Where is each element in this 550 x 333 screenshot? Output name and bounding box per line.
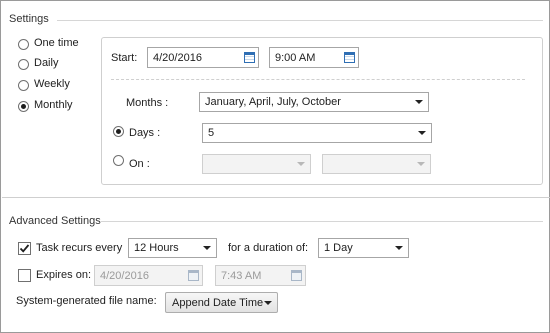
start-date-field[interactable]: 4/20/2016 bbox=[147, 47, 259, 68]
on-radio[interactable] bbox=[113, 155, 124, 166]
recurs-interval-value: 12 Hours bbox=[134, 242, 179, 254]
filename-label: System-generated file name: bbox=[16, 295, 157, 307]
advanced-divider bbox=[101, 221, 543, 222]
chevron-down-icon bbox=[395, 246, 403, 250]
chevron-down-icon bbox=[203, 246, 211, 250]
duration-value: 1 Day bbox=[324, 242, 353, 254]
recurs-interval-select[interactable]: 12 Hours bbox=[128, 238, 217, 258]
days-value: 5 bbox=[208, 127, 215, 139]
on-day-select[interactable] bbox=[322, 154, 431, 174]
duration-select[interactable]: 1 Day bbox=[318, 238, 409, 258]
expires-date-picker-button[interactable] bbox=[185, 266, 202, 285]
expires-checkbox[interactable] bbox=[18, 269, 31, 282]
expires-label: Expires on: bbox=[36, 269, 92, 281]
one-time-radio[interactable] bbox=[18, 39, 29, 50]
days-label: Days : bbox=[129, 127, 161, 139]
chevron-down-icon bbox=[415, 100, 423, 104]
start-time-value: 9:00 AM bbox=[275, 51, 316, 64]
checkmark-icon bbox=[19, 244, 30, 253]
details-separator bbox=[111, 79, 525, 80]
start-label: Start: bbox=[111, 52, 138, 64]
weekly-radio[interactable] bbox=[18, 80, 29, 91]
chevron-down-icon bbox=[418, 131, 426, 135]
one-time-label: One time bbox=[34, 37, 79, 49]
recurs-checkbox[interactable] bbox=[18, 242, 31, 255]
days-select[interactable]: 5 bbox=[202, 123, 432, 143]
expires-date-value: 4/20/2016 bbox=[100, 269, 149, 282]
daily-radio[interactable] bbox=[18, 59, 29, 70]
calendar-icon bbox=[188, 270, 199, 281]
chevron-down-icon bbox=[264, 301, 272, 305]
monthly-radio[interactable] bbox=[18, 101, 29, 112]
days-radio[interactable] bbox=[113, 126, 124, 137]
recurs-label: Task recurs every bbox=[36, 242, 123, 254]
months-label: Months : bbox=[126, 97, 169, 109]
section-separator bbox=[2, 197, 550, 198]
calendar-icon bbox=[291, 270, 302, 281]
expires-time-picker-button[interactable] bbox=[288, 266, 305, 285]
start-date-value: 4/20/2016 bbox=[153, 51, 202, 64]
on-label: On : bbox=[129, 158, 150, 170]
start-time-picker-button[interactable] bbox=[341, 48, 358, 67]
advanced-section-title: Advanced Settings bbox=[9, 215, 101, 227]
expires-time-field[interactable]: 7:43 AM bbox=[215, 265, 306, 286]
expires-time-value: 7:43 AM bbox=[221, 269, 262, 282]
settings-divider bbox=[57, 20, 543, 21]
duration-label: for a duration of: bbox=[228, 242, 309, 254]
filename-option-button[interactable]: Append Date Time bbox=[165, 292, 278, 313]
months-select[interactable]: January, April, July, October bbox=[199, 92, 429, 112]
expires-date-field[interactable]: 4/20/2016 bbox=[94, 265, 203, 286]
start-time-field[interactable]: 9:00 AM bbox=[269, 47, 359, 68]
start-date-picker-button[interactable] bbox=[241, 48, 258, 67]
calendar-icon bbox=[344, 52, 355, 63]
filename-option-value: Append Date Time bbox=[172, 296, 264, 309]
calendar-icon bbox=[244, 52, 255, 63]
chevron-down-icon bbox=[297, 162, 305, 166]
on-week-select[interactable] bbox=[202, 154, 311, 174]
task-schedule-dialog: Settings One time Daily Weekly Monthly S… bbox=[0, 0, 550, 333]
months-value: January, April, July, October bbox=[205, 96, 341, 108]
settings-section-title: Settings bbox=[9, 13, 49, 25]
daily-label: Daily bbox=[34, 57, 59, 69]
chevron-down-icon bbox=[417, 162, 425, 166]
weekly-label: Weekly bbox=[34, 78, 70, 90]
monthly-label: Monthly bbox=[34, 99, 73, 111]
